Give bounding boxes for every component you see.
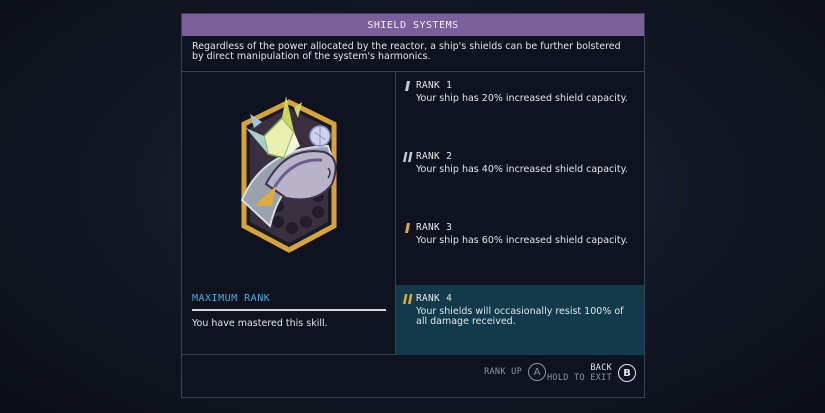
rank-1-icon [405, 80, 410, 91]
shield-ship-emblem-icon [240, 96, 337, 253]
skill-panel: SHIELD SYSTEMS Regardless of the power a… [181, 13, 645, 398]
skill-body: MAXIMUM RANK You have mastered this skil… [182, 72, 644, 355]
rank-3-icon [405, 222, 410, 233]
back-button[interactable]: BACK HOLD TO EXIT B [547, 363, 636, 383]
skill-emblem-column: MAXIMUM RANK You have mastered this skil… [182, 72, 396, 354]
rank-description: Your shields will occasionally resist 10… [416, 306, 624, 327]
rank-up-label: RANK UP [484, 367, 522, 377]
rank-item-3[interactable]: RANK 3 Your ship has 60% increased shiel… [396, 214, 644, 285]
rank-up-button[interactable]: RANK UP A [484, 363, 546, 381]
rank-title: RANK 2 [416, 151, 453, 162]
rank-item-4[interactable]: RANK 4 Your shields will occasionally re… [396, 285, 644, 355]
rank-description: Your ship has 40% increased shield capac… [416, 164, 628, 175]
back-label: BACK [590, 363, 612, 373]
hold-to-exit-label: HOLD TO EXIT [546, 373, 612, 383]
panel-title: SHIELD SYSTEMS [182, 14, 644, 36]
rank-title: RANK 1 [416, 80, 453, 91]
skill-description: Regardless of the power allocated by the… [182, 36, 644, 72]
skill-status-text: You have mastered this skill. [192, 318, 328, 329]
rank-item-1[interactable]: RANK 1 Your ship has 20% increased shiel… [396, 72, 644, 143]
rank-description: Your ship has 20% increased shield capac… [416, 93, 628, 104]
rank-title: RANK 3 [416, 222, 453, 233]
rank-description: Your ship has 60% increased shield capac… [416, 235, 628, 246]
a-button-icon: A [528, 363, 546, 381]
b-button-icon: B [618, 364, 636, 382]
maximum-rank-label: MAXIMUM RANK [192, 293, 386, 311]
rank-4-icon [403, 293, 413, 304]
rank-2-icon [403, 151, 413, 162]
rank-list: RANK 1 Your ship has 20% increased shiel… [396, 72, 644, 355]
rank-item-2[interactable]: RANK 2 Your ship has 40% increased shiel… [396, 143, 644, 214]
rank-title: RANK 4 [416, 293, 453, 304]
panel-footer: RANK UP A BACK HOLD TO EXIT B [182, 353, 644, 397]
